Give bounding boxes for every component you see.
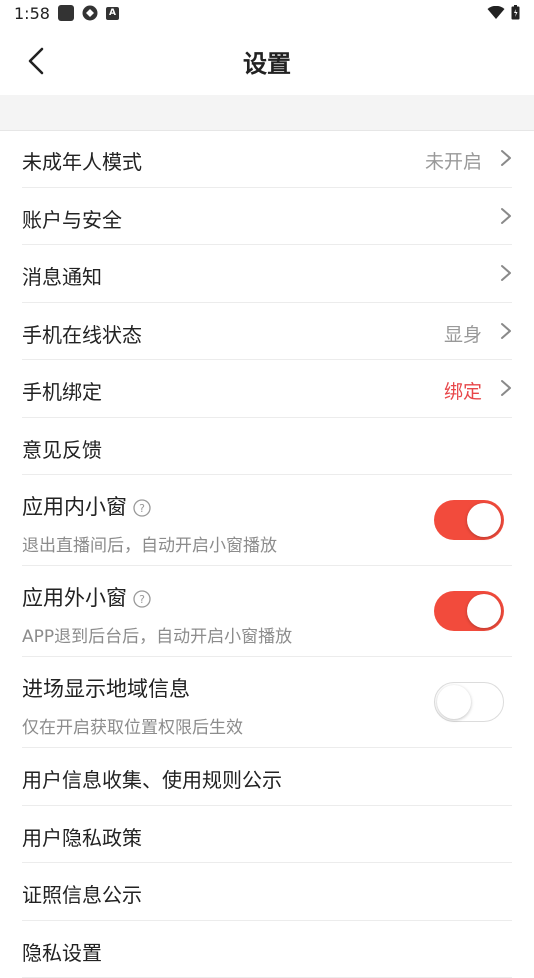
in-app-pip-row: 应用内小窗? 退出直播间后，自动开启小窗播放 — [22, 475, 512, 566]
show-region-toggle[interactable] — [434, 682, 504, 722]
a-notification-icon: A — [106, 7, 119, 20]
row-label: 手机在线状态 — [22, 319, 142, 348]
row-label: 应用外小窗? — [22, 582, 151, 612]
chevron-right-icon — [500, 379, 512, 397]
app-notification-icon — [58, 5, 74, 21]
phone-binding-row[interactable]: 手机绑定 绑定 — [22, 360, 512, 418]
row-label: 进场显示地域信息 — [22, 673, 190, 703]
toggle-knob — [467, 503, 501, 537]
sync-notification-icon — [82, 5, 98, 21]
info-collection-rules-row[interactable]: 用户信息收集、使用规则公示 — [22, 748, 512, 806]
row-label: 手机绑定 — [22, 376, 102, 405]
toggle-knob — [437, 685, 471, 719]
in-app-pip-toggle[interactable] — [434, 500, 504, 540]
notifications-row[interactable]: 消息通知 — [22, 245, 512, 303]
online-status-row[interactable]: 手机在线状态 显身 — [22, 303, 512, 361]
header: 设置 — [0, 28, 534, 95]
account-security-row[interactable]: 账户与安全 — [22, 188, 512, 246]
row-value: 绑定 — [444, 377, 482, 404]
minor-mode-row[interactable]: 未成年人模式 未开启 — [22, 130, 512, 188]
help-icon[interactable]: ? — [133, 590, 151, 608]
row-label-text: 应用内小窗 — [22, 495, 127, 519]
out-app-pip-row: 应用外小窗? APP退到后台后，自动开启小窗播放 — [22, 566, 512, 657]
row-label: 应用内小窗? — [22, 491, 151, 521]
row-label: 证照信息公示 — [22, 879, 142, 908]
privacy-policy-row[interactable]: 用户隐私政策 — [22, 806, 512, 864]
status-bar: 1:58 A — [0, 0, 534, 28]
chevron-right-icon — [500, 207, 512, 225]
privacy-settings-row[interactable]: 隐私设置 — [22, 921, 512, 978]
chevron-right-icon — [500, 264, 512, 282]
svg-text:?: ? — [139, 593, 145, 606]
notification-icons: A — [58, 5, 119, 21]
row-sublabel: 退出直播间后，自动开启小窗播放 — [22, 531, 277, 556]
row-label: 意见反馈 — [22, 434, 102, 463]
row-label: 未成年人模式 — [22, 146, 142, 175]
chevron-right-icon — [500, 149, 512, 167]
toggle-knob — [467, 594, 501, 628]
page-title: 设置 — [0, 44, 534, 79]
license-info-row[interactable]: 证照信息公示 — [22, 863, 512, 921]
row-label-text: 应用外小窗 — [22, 586, 127, 610]
row-value: 显身 — [444, 320, 482, 347]
row-label: 账户与安全 — [22, 204, 122, 233]
row-sublabel: 仅在开启获取位置权限后生效 — [22, 713, 243, 738]
out-app-pip-toggle[interactable] — [434, 591, 504, 631]
svg-text:?: ? — [139, 502, 145, 515]
chevron-right-icon — [500, 322, 512, 340]
row-label: 用户隐私政策 — [22, 822, 142, 851]
system-icons — [487, 5, 520, 20]
section-divider — [0, 95, 534, 131]
battery-icon — [511, 5, 520, 20]
wifi-icon — [487, 6, 505, 20]
row-sublabel: APP退到后台后，自动开启小窗播放 — [22, 622, 292, 647]
row-value: 未开启 — [425, 147, 482, 174]
help-icon[interactable]: ? — [133, 499, 151, 517]
row-label: 隐私设置 — [22, 937, 102, 966]
settings-list: 未成年人模式 未开启 账户与安全 消息通知 手机在线状态 显身 手机绑定 绑定 … — [0, 130, 534, 978]
status-time: 1:58 — [14, 4, 50, 23]
row-label: 消息通知 — [22, 261, 102, 290]
feedback-row[interactable]: 意见反馈 — [22, 418, 512, 476]
row-label: 用户信息收集、使用规则公示 — [22, 764, 282, 793]
show-region-row: 进场显示地域信息 仅在开启获取位置权限后生效 — [22, 657, 512, 748]
